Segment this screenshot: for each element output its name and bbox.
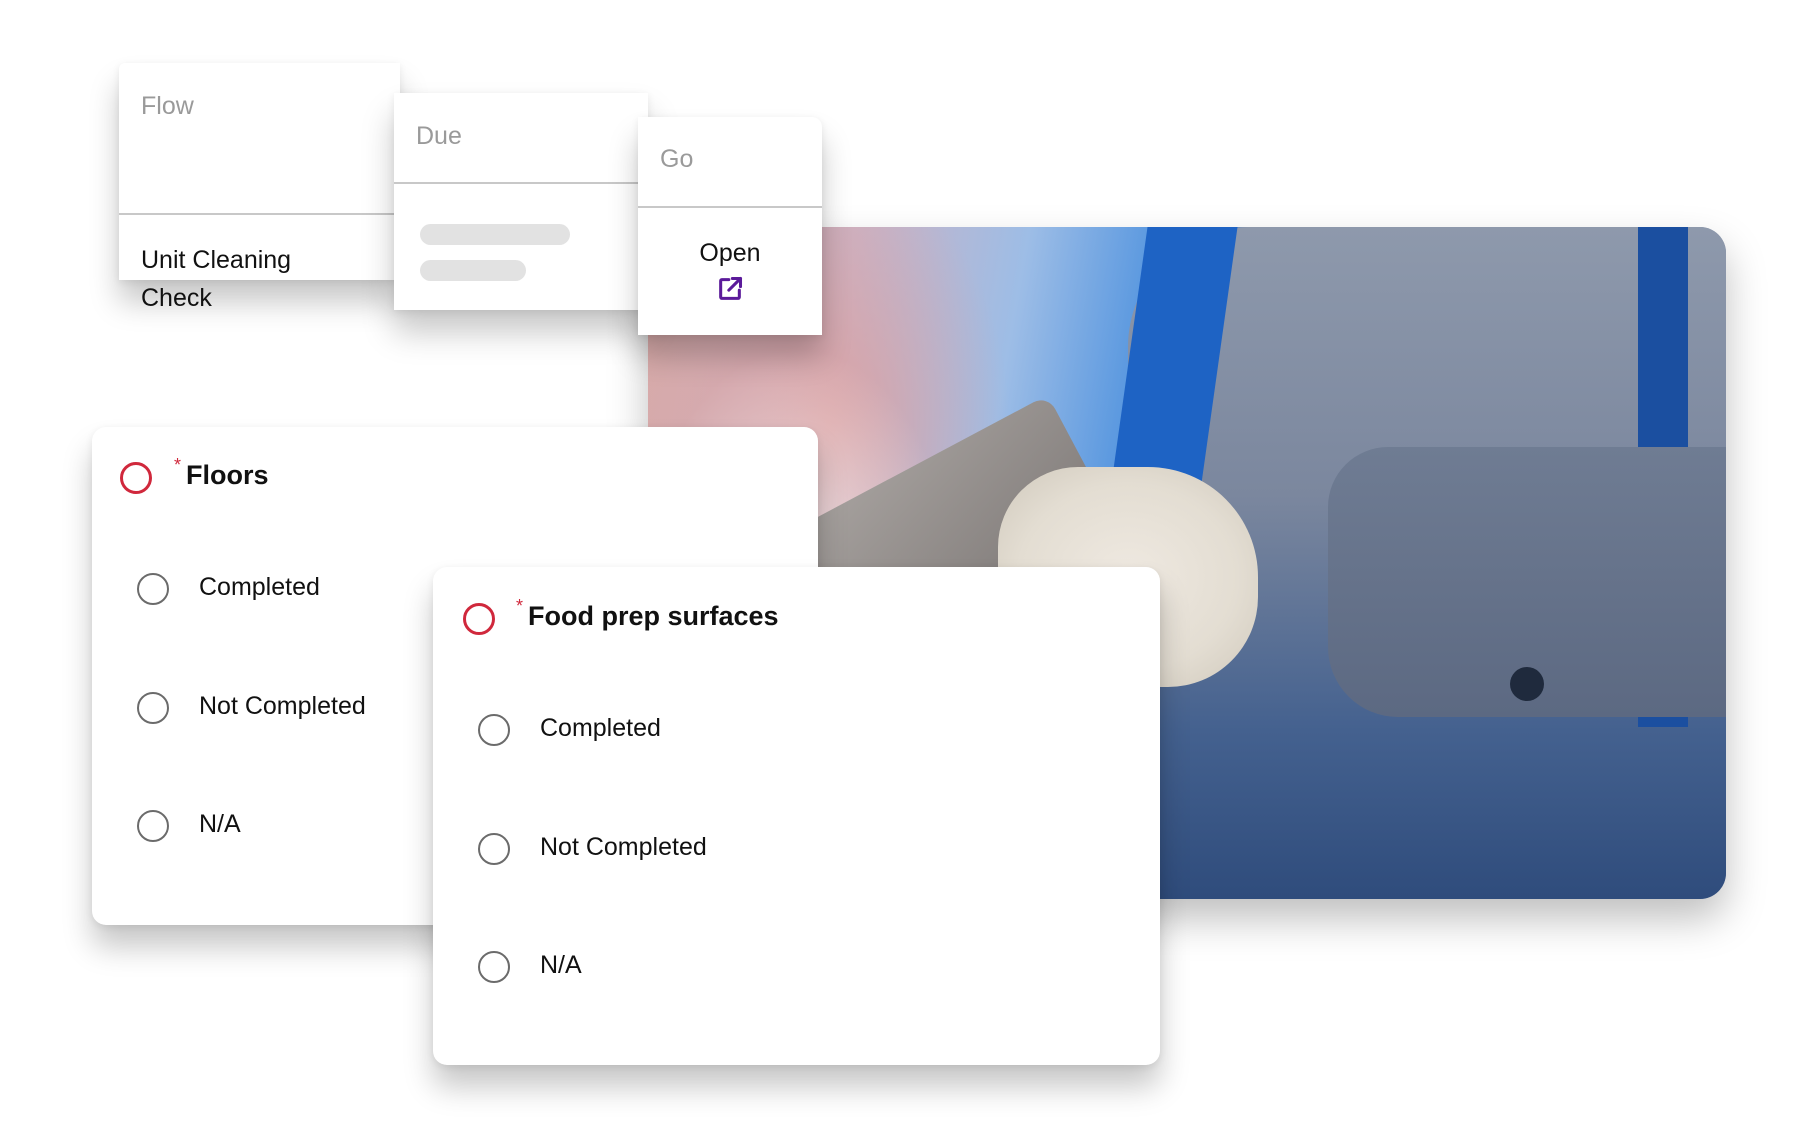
option-label: Completed — [199, 573, 320, 601]
due-placeholder-line — [420, 224, 570, 245]
option-label: Not Completed — [540, 833, 707, 861]
divider — [119, 213, 400, 215]
radio-button[interactable] — [137, 810, 169, 842]
divider — [394, 182, 648, 184]
required-marker: * — [174, 455, 182, 475]
go-column: Go Open — [638, 117, 822, 335]
radio-button[interactable] — [137, 692, 169, 724]
required-status-icon — [463, 603, 495, 635]
photo-jacket-button — [1510, 667, 1544, 701]
question-card-food-prep-surfaces: * Food prep surfaces Completed Not Compl… — [433, 567, 1160, 1065]
radio-option-not-completed[interactable]: Not Completed — [433, 829, 1160, 869]
option-label: Completed — [540, 714, 661, 742]
due-header: Due — [416, 122, 462, 150]
question-title: Food prep surfaces — [528, 601, 779, 631]
radio-option-na[interactable]: N/A — [433, 947, 1160, 987]
radio-button[interactable] — [478, 714, 510, 746]
open-link[interactable]: Open — [638, 239, 822, 268]
question-title: Floors — [186, 460, 269, 490]
flow-name[interactable]: Unit Cleaning Check — [141, 241, 341, 317]
required-status-icon — [120, 462, 152, 494]
radio-button[interactable] — [137, 573, 169, 605]
divider — [638, 206, 822, 208]
go-header: Go — [660, 145, 694, 173]
radio-button[interactable] — [478, 951, 510, 983]
external-link-icon[interactable] — [716, 275, 744, 303]
option-label: N/A — [540, 951, 582, 979]
flow-column: Flow Unit Cleaning Check — [119, 63, 400, 312]
radio-button[interactable] — [478, 833, 510, 865]
required-marker: * — [516, 596, 524, 616]
radio-option-completed[interactable]: Completed — [433, 710, 1160, 750]
due-column: Due — [394, 93, 648, 310]
flow-header: Flow — [141, 92, 194, 120]
due-placeholder-line — [420, 260, 526, 281]
option-label: N/A — [199, 810, 241, 838]
option-label: Not Completed — [199, 692, 366, 720]
